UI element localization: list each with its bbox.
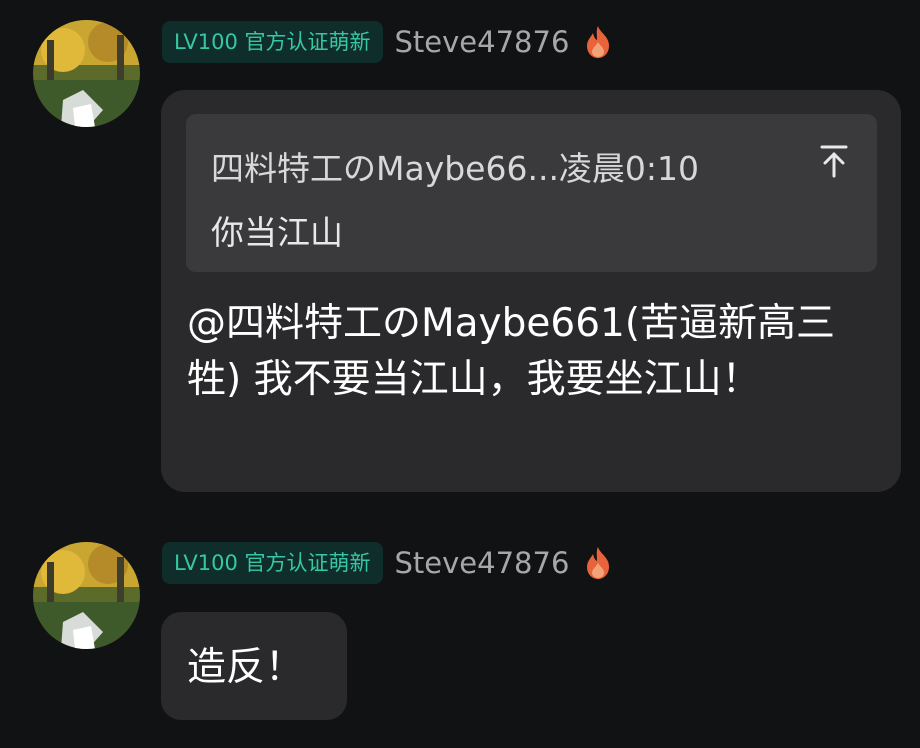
quote-author-time: 四料特工のMaybe66...凌晨0:10 — [211, 149, 700, 188]
level-badge: LV100 官方认证萌新 — [162, 21, 383, 63]
quote-text: 你当江山 — [211, 213, 343, 252]
message-header: LV100 官方认证萌新 Steve47876 — [162, 542, 613, 584]
message-bubble[interactable]: 造反！ — [161, 612, 347, 720]
message-text: @四料特工のMaybe661(苦逼新高三牲) 我不要当江山，我要坐江山！ — [187, 301, 836, 402]
arrow-up-to-top-icon[interactable] — [819, 144, 849, 178]
username[interactable]: Steve47876 — [395, 25, 570, 59]
user-avatar[interactable] — [33, 20, 140, 127]
fire-icon — [583, 546, 613, 580]
avatar-image — [33, 542, 140, 649]
fire-icon — [583, 25, 613, 59]
avatar-image — [33, 20, 140, 127]
message-text: 造反！ — [187, 645, 305, 690]
quoted-message[interactable]: 四料特工のMaybe66...凌晨0:10 你当江山 — [186, 114, 877, 272]
user-avatar[interactable] — [33, 542, 140, 649]
username[interactable]: Steve47876 — [395, 546, 570, 580]
message-header: LV100 官方认证萌新 Steve47876 — [162, 21, 613, 63]
level-badge: LV100 官方认证萌新 — [162, 542, 383, 584]
message-bubble[interactable]: 四料特工のMaybe66...凌晨0:10 你当江山 @四料特工のMaybe66… — [161, 90, 901, 492]
